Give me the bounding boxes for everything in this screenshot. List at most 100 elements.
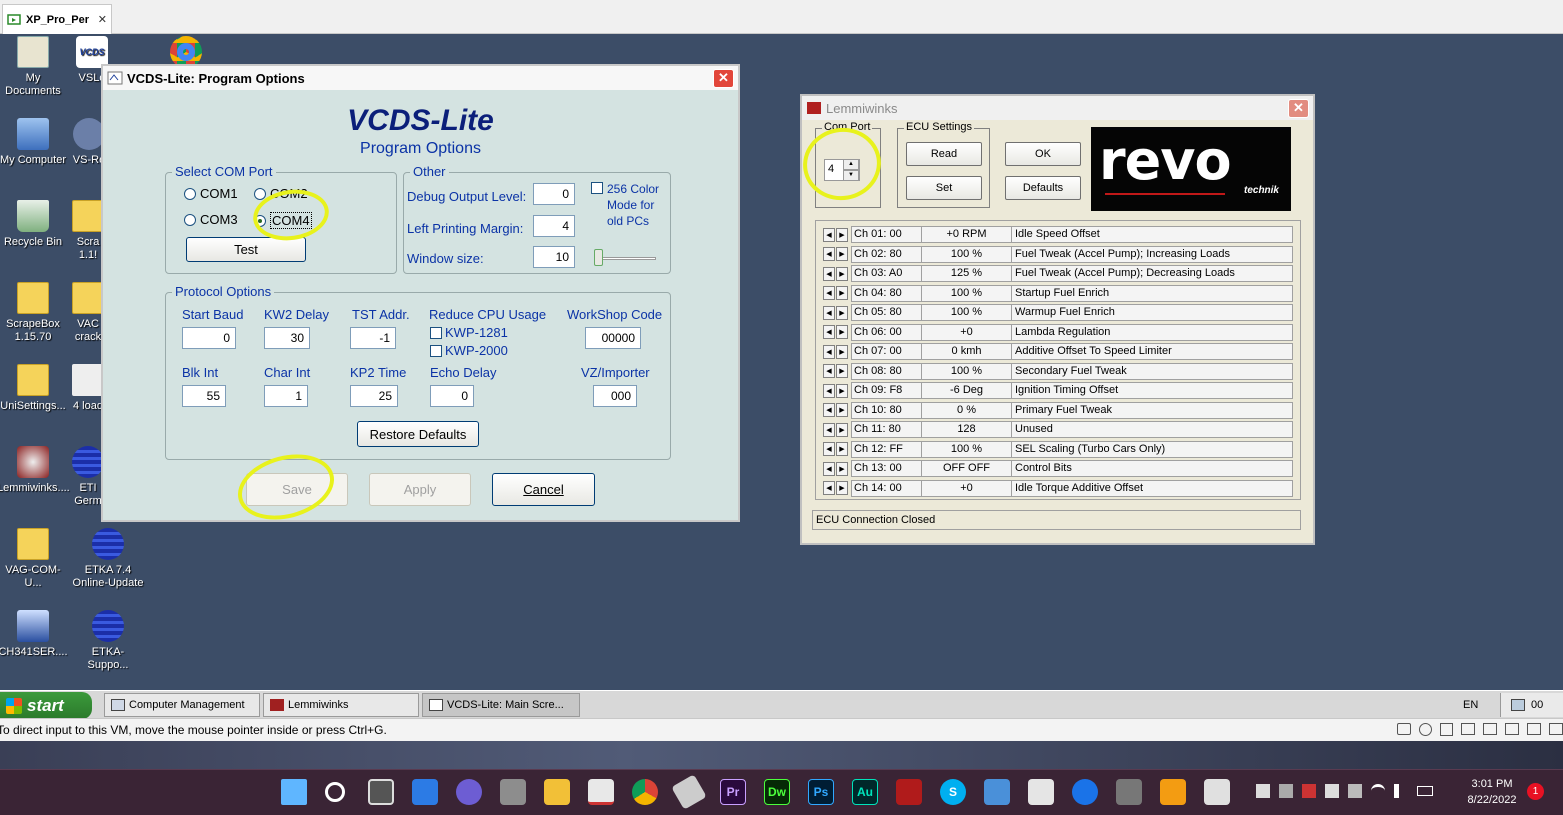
sound-card-icon[interactable] [1505, 723, 1519, 735]
usb-tool-icon[interactable] [1116, 779, 1142, 805]
tray-app-icon[interactable] [1325, 784, 1339, 798]
radio-com3[interactable]: COM3 [184, 212, 238, 227]
increment-arrow-icon[interactable]: ▶ [836, 403, 848, 418]
char-int-input[interactable]: 1 [264, 385, 308, 407]
app-icon[interactable] [1160, 779, 1186, 805]
premiere-icon[interactable]: Pr [720, 779, 746, 805]
color-mode-checkbox[interactable] [591, 182, 603, 194]
vcds-title-bar[interactable]: VCDS-Lite: Program Options ✕ [103, 66, 738, 90]
decrement-arrow-icon[interactable]: ◀ [823, 344, 835, 359]
teamviewer-icon[interactable] [1072, 779, 1098, 805]
desktop-icon-vac[interactable]: VAC crack [72, 282, 104, 344]
decrement-arrow-icon[interactable]: ◀ [823, 461, 835, 476]
tray-app-icon[interactable] [1279, 784, 1293, 798]
chrome-icon[interactable] [632, 779, 658, 805]
desktop-icon-recycle-bin[interactable]: Recycle Bin [0, 200, 69, 249]
restore-defaults-button[interactable]: Restore Defaults [357, 421, 479, 447]
kwp1281-checkbox[interactable]: KWP-1281 [430, 325, 508, 340]
tray-app-icon[interactable] [1256, 784, 1270, 798]
decrement-arrow-icon[interactable]: ◀ [823, 442, 835, 457]
windows-start-icon[interactable] [281, 779, 307, 805]
spinner-up-icon[interactable]: ▲ [843, 159, 859, 170]
increment-arrow-icon[interactable]: ▶ [836, 481, 848, 496]
decrement-arrow-icon[interactable]: ◀ [823, 481, 835, 496]
desktop-icon-my-documents[interactable]: My Documents [0, 36, 69, 98]
calendar-app-icon[interactable] [1204, 779, 1230, 805]
radio-com4[interactable]: COM4 [254, 212, 312, 229]
kp2-time-input[interactable]: 25 [350, 385, 398, 407]
decrement-arrow-icon[interactable]: ◀ [823, 383, 835, 398]
window-size-input[interactable]: 10 [533, 246, 575, 268]
decrement-arrow-icon[interactable]: ◀ [823, 403, 835, 418]
increment-arrow-icon[interactable]: ▶ [836, 344, 848, 359]
close-icon[interactable]: ✕ [713, 68, 734, 88]
display-icon[interactable] [1549, 723, 1563, 735]
notification-badge[interactable]: 1 [1527, 783, 1544, 800]
desktop-icon-lemmiwinks[interactable]: Lemmiwinks.... [0, 446, 70, 495]
close-icon[interactable]: ✕ [1288, 98, 1309, 118]
save-button[interactable]: Save [246, 473, 348, 506]
calculator-icon[interactable] [500, 779, 526, 805]
decrement-arrow-icon[interactable]: ◀ [823, 422, 835, 437]
ok-button[interactable]: OK [1005, 142, 1081, 166]
skype-icon[interactable]: S [940, 779, 966, 805]
increment-arrow-icon[interactable]: ▶ [836, 325, 848, 340]
vmware-icon[interactable] [588, 779, 614, 805]
increment-arrow-icon[interactable]: ▶ [836, 461, 848, 476]
kwp2000-checkbox[interactable]: KWP-2000 [430, 343, 508, 358]
desktop-icon-etka-support[interactable]: ETKA-Suppo... [72, 610, 144, 672]
desktop-icon-vag-com[interactable]: VAG-COM-U... [0, 528, 69, 590]
apply-button[interactable]: Apply [369, 473, 471, 506]
lemmiwinks-title-bar[interactable]: Lemmiwinks ✕ [802, 96, 1313, 120]
start-baud-input[interactable]: 0 [182, 327, 236, 349]
decrement-arrow-icon[interactable]: ◀ [823, 247, 835, 262]
volume-icon[interactable] [1394, 784, 1408, 798]
increment-arrow-icon[interactable]: ▶ [836, 266, 848, 281]
network-adapter-icon[interactable] [1461, 723, 1475, 735]
debug-level-input[interactable]: 0 [533, 183, 575, 205]
desktop-icon-scrapebox[interactable]: ScrapeBox 1.15.70 [0, 282, 69, 344]
filezilla-icon[interactable] [896, 779, 922, 805]
dreamweaver-icon[interactable]: Dw [764, 779, 790, 805]
usb-device-icon[interactable] [1483, 723, 1497, 735]
increment-arrow-icon[interactable]: ▶ [836, 364, 848, 379]
tray-app-icon[interactable] [1302, 784, 1316, 798]
task-view-icon[interactable] [368, 779, 394, 805]
desktop-icon-load[interactable]: 4 load [72, 364, 104, 413]
kw2-delay-input[interactable]: 30 [264, 327, 310, 349]
increment-arrow-icon[interactable]: ▶ [836, 305, 848, 320]
decrement-arrow-icon[interactable]: ◀ [823, 305, 835, 320]
decrement-arrow-icon[interactable]: ◀ [823, 364, 835, 379]
wifi-icon[interactable] [1371, 784, 1385, 798]
desktop-icon-scra[interactable]: Scra 1.1! [72, 200, 104, 262]
decrement-arrow-icon[interactable]: ◀ [823, 325, 835, 340]
left-margin-input[interactable]: 4 [533, 215, 575, 237]
battery-icon[interactable] [1417, 786, 1433, 796]
decrement-arrow-icon[interactable]: ◀ [823, 266, 835, 281]
app-icon[interactable] [671, 774, 707, 810]
increment-arrow-icon[interactable]: ▶ [836, 383, 848, 398]
cd-rom-icon[interactable] [1419, 723, 1432, 736]
vm-tab[interactable]: XP_Pro_Per ✕ [2, 4, 112, 34]
desktop-icon-unisettings[interactable]: UniSettings... [0, 364, 69, 413]
decrement-arrow-icon[interactable]: ◀ [823, 286, 835, 301]
window-size-slider-thumb[interactable] [594, 249, 603, 266]
search-icon[interactable] [325, 782, 345, 802]
tst-addr-input[interactable]: -1 [350, 327, 396, 349]
increment-arrow-icon[interactable]: ▶ [836, 442, 848, 457]
read-button[interactable]: Read [906, 142, 982, 166]
increment-arrow-icon[interactable]: ▶ [836, 286, 848, 301]
tray-network-icon[interactable] [1511, 699, 1525, 711]
workshop-code-input[interactable]: 00000 [585, 327, 641, 349]
set-button[interactable]: Set [906, 176, 982, 200]
increment-arrow-icon[interactable]: ▶ [836, 422, 848, 437]
desktop-icon-eti[interactable]: ETI Germ [72, 446, 104, 508]
tray-app-icon[interactable] [1348, 784, 1362, 798]
decrement-arrow-icon[interactable]: ◀ [823, 227, 835, 242]
radio-com2[interactable]: COM2 [254, 186, 308, 201]
task-vcds-lite[interactable]: VCDS-Lite: Main Scre... [422, 693, 580, 717]
acrobat-icon[interactable] [1028, 779, 1054, 805]
radio-com1[interactable]: COM1 [184, 186, 238, 201]
blk-int-input[interactable]: 55 [182, 385, 226, 407]
floppy-icon[interactable] [1440, 723, 1453, 736]
